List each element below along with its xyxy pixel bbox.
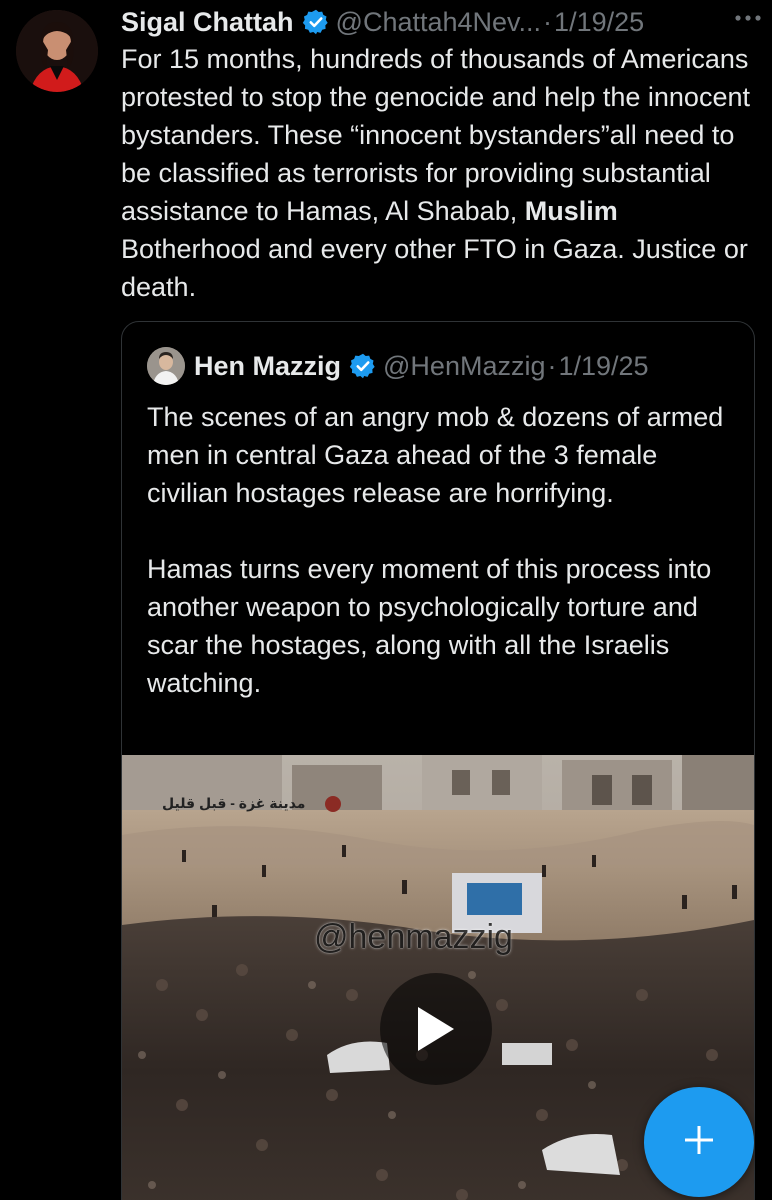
compose-button[interactable] bbox=[644, 1087, 754, 1197]
tweet-text: For 15 months, hundreds of thousands of … bbox=[121, 40, 761, 306]
quoted-tweet[interactable]: Hen Mazzig @HenMazzig · 1/19/25 The scen… bbox=[121, 321, 755, 1200]
tweet-text-bold: Muslim bbox=[524, 196, 618, 226]
video-arabic-caption: مدينة غزة - قبل قليل bbox=[162, 795, 306, 811]
author-handle[interactable]: @Chattah4Nev... bbox=[336, 7, 542, 38]
tweet-date[interactable]: 1/19/25 bbox=[554, 7, 644, 38]
play-icon[interactable] bbox=[380, 973, 492, 1085]
quoted-author-avatar bbox=[147, 347, 185, 385]
verified-badge-icon bbox=[302, 8, 330, 36]
quoted-paragraph-2: Hamas turns every moment of this process… bbox=[147, 554, 712, 698]
verified-badge-icon bbox=[349, 352, 377, 380]
tweet-text-part-1: For 15 months, hundreds of thousands of … bbox=[121, 44, 750, 226]
quoted-tweet-date: 1/19/25 bbox=[558, 350, 649, 381]
quoted-author-handle: @HenMazzig bbox=[383, 350, 546, 381]
separator-dot: · bbox=[543, 6, 553, 37]
quoted-tweet-text: The scenes of an angry mob & dozens of a… bbox=[147, 398, 737, 702]
quoted-author-name: Hen Mazzig bbox=[194, 350, 342, 381]
tweet[interactable]: Sigal Chattah @Chattah4Nev... · 1/19/25 … bbox=[0, 0, 772, 1200]
location-pin-icon bbox=[325, 796, 341, 812]
quoted-paragraph-1: The scenes of an angry mob & dozens of a… bbox=[147, 402, 724, 508]
author-avatar[interactable] bbox=[16, 10, 98, 92]
tweet-header: Sigal Chattah @Chattah4Nev... · 1/19/25 bbox=[121, 4, 756, 40]
plus-icon bbox=[681, 1122, 717, 1163]
author-name[interactable]: Sigal Chattah bbox=[121, 7, 294, 38]
video-watermark: @henmazzig bbox=[314, 918, 513, 956]
quoted-tweet-header: Hen Mazzig @HenMazzig · 1/19/25 bbox=[194, 348, 649, 384]
tweet-text-part-2: Botherhood and every other FTO in Gaza. … bbox=[121, 234, 748, 302]
separator-dot: · bbox=[547, 350, 557, 381]
more-horizontal-icon[interactable] bbox=[730, 0, 766, 36]
